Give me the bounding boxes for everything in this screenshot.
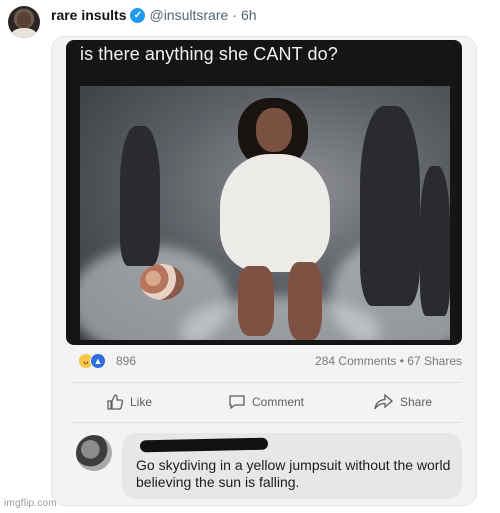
like-reaction-icon: ▲ xyxy=(90,353,106,369)
thumbs-up-icon xyxy=(107,394,124,410)
like-button[interactable]: Like xyxy=(106,393,152,411)
avatar-face xyxy=(17,12,31,28)
reactions-row: ᴗ ▲ 896 284 Comments • 67 Shares xyxy=(72,352,462,370)
share-button[interactable]: Share xyxy=(374,393,432,411)
bouquet xyxy=(140,264,184,300)
reaction-count[interactable]: 896 xyxy=(116,354,136,368)
performer-head xyxy=(256,108,292,152)
post-actions: Like Comment Share xyxy=(52,393,476,415)
share-icon xyxy=(374,393,393,410)
tweet-header: rare insults ✓ @insultsrare · 6h xyxy=(0,0,500,38)
tweet-image[interactable]: is there anything she CANT do? ᴗ ▲ 896 2… xyxy=(51,36,477,506)
comment-button[interactable]: Comment xyxy=(228,393,304,411)
redacted-commenter-name xyxy=(139,437,269,453)
commenter-avatar[interactable] xyxy=(76,435,112,471)
comment-label: Comment xyxy=(252,395,305,409)
comment-icon xyxy=(229,395,245,410)
watermark: imgflip.com xyxy=(4,498,57,509)
performer-photo xyxy=(80,86,450,340)
like-label: Like xyxy=(130,395,153,409)
tweet-author-row: rare insults ✓ @insultsrare · 6h xyxy=(51,6,257,24)
separator-dot: · xyxy=(232,7,237,23)
verified-badge-icon: ✓ xyxy=(130,7,146,23)
username[interactable]: @insultsrare xyxy=(149,7,228,23)
avatar[interactable] xyxy=(8,6,40,38)
comment-bubble: Go skydiving in a yellow jumpsuit withou… xyxy=(122,433,462,499)
meme-caption: is there anything she CANT do? xyxy=(80,44,338,64)
comment-text: Go skydiving in a yellow jumpsuit withou… xyxy=(136,457,451,490)
display-name[interactable]: rare insults xyxy=(51,7,126,23)
meme-panel: is there anything she CANT do? xyxy=(66,40,462,345)
divider xyxy=(72,382,462,383)
tweet-timestamp[interactable]: 6h xyxy=(241,7,257,23)
reaction-icons[interactable]: ᴗ ▲ xyxy=(78,353,106,369)
comments-shares[interactable]: 284 Comments • 67 Shares xyxy=(315,354,462,368)
divider xyxy=(72,422,462,423)
share-label: Share xyxy=(400,395,433,409)
performer-outfit xyxy=(220,154,330,272)
avatar-shirt xyxy=(11,28,37,38)
